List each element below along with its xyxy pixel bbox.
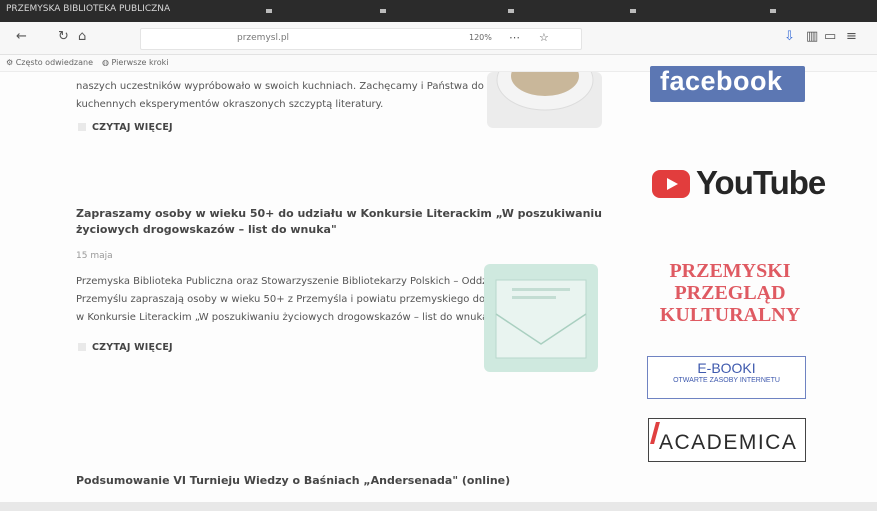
reload-icon[interactable]: ↻ [58, 30, 69, 44]
academica-banner[interactable]: ACADEMICA [648, 418, 806, 462]
tab-icon[interactable] [508, 9, 514, 13]
facebook-banner[interactable]: facebook [650, 66, 805, 102]
bookmark-star-icon[interactable]: ☆ [539, 31, 549, 45]
url-text: przemysl.pl [237, 33, 290, 43]
youtube-play-icon [652, 170, 690, 198]
tab-icon[interactable] [630, 9, 636, 13]
facebook-label: facebook [660, 66, 783, 96]
przeglad-kulturalny-banner[interactable]: PRZEMYSKI PRZEGLĄD KULTURALNY [650, 260, 810, 326]
status-bar [0, 502, 877, 511]
tab-close-icon[interactable] [266, 9, 272, 13]
browser-toolbar: ← ↻ ⌂ przemysl.pl 120% ⋯ ☆ ⇩ ▥ ▭ ≡ [0, 22, 877, 55]
ebooks-subtitle: OTWARTE ZASOBY INTERNETU [673, 377, 780, 384]
url-bar[interactable]: przemysl.pl 120% ⋯ ☆ [140, 28, 582, 50]
youtube-banner[interactable]: YouTube [652, 164, 826, 208]
sidebar-icon[interactable]: ▭ [824, 30, 836, 44]
tab-icon[interactable] [380, 9, 386, 13]
bookmark-item[interactable]: ⚙ Często odwiedzane [6, 58, 93, 67]
library-icon[interactable]: ▥ [806, 30, 818, 44]
academica-label: ACADEMICA [659, 431, 798, 454]
download-icon[interactable]: ⇩ [784, 30, 795, 44]
article-thumbnail[interactable] [487, 72, 602, 128]
article-excerpt: Przemyska Biblioteka Publiczna oraz Stow… [76, 276, 525, 323]
read-more-link[interactable]: CZYTAJ WIĘCEJ [78, 342, 173, 353]
article-title[interactable]: Zapraszamy osoby w wieku 50+ do udziału … [76, 206, 602, 238]
menu-icon[interactable]: ≡ [846, 30, 857, 44]
bookmark-item[interactable]: ◍ Pierwsze kroki [102, 58, 168, 67]
tab-title[interactable]: PRZEMYSKA BIBLIOTEKA PUBLICZNA [6, 4, 170, 14]
article-excerpt: naszych uczestników wypróbowało w swoich… [76, 81, 484, 110]
browser-tab-strip: PRZEMYSKA BIBLIOTEKA PUBLICZNA [0, 0, 877, 22]
page-actions-icon[interactable]: ⋯ [509, 31, 520, 45]
youtube-label: YouTube [696, 164, 826, 201]
back-icon[interactable]: ← [16, 30, 27, 44]
article-thumbnail[interactable] [484, 264, 598, 372]
ebooks-banner[interactable]: E-BOOKI OTWARTE ZASOBY INTERNETU [647, 356, 806, 399]
page-content: naszych uczestników wypróbowało w swoich… [0, 66, 877, 506]
home-icon[interactable]: ⌂ [78, 30, 86, 44]
ebooks-title: E-BOOKI [697, 360, 756, 376]
read-more-link[interactable]: CZYTAJ WIĘCEJ [78, 122, 173, 133]
article-date: 15 maja [76, 251, 113, 261]
zoom-level[interactable]: 120% [469, 33, 492, 42]
tab-icon[interactable] [770, 9, 776, 13]
article-title[interactable]: Podsumowanie VI Turnieju Wiedzy o Baśnia… [76, 473, 510, 489]
